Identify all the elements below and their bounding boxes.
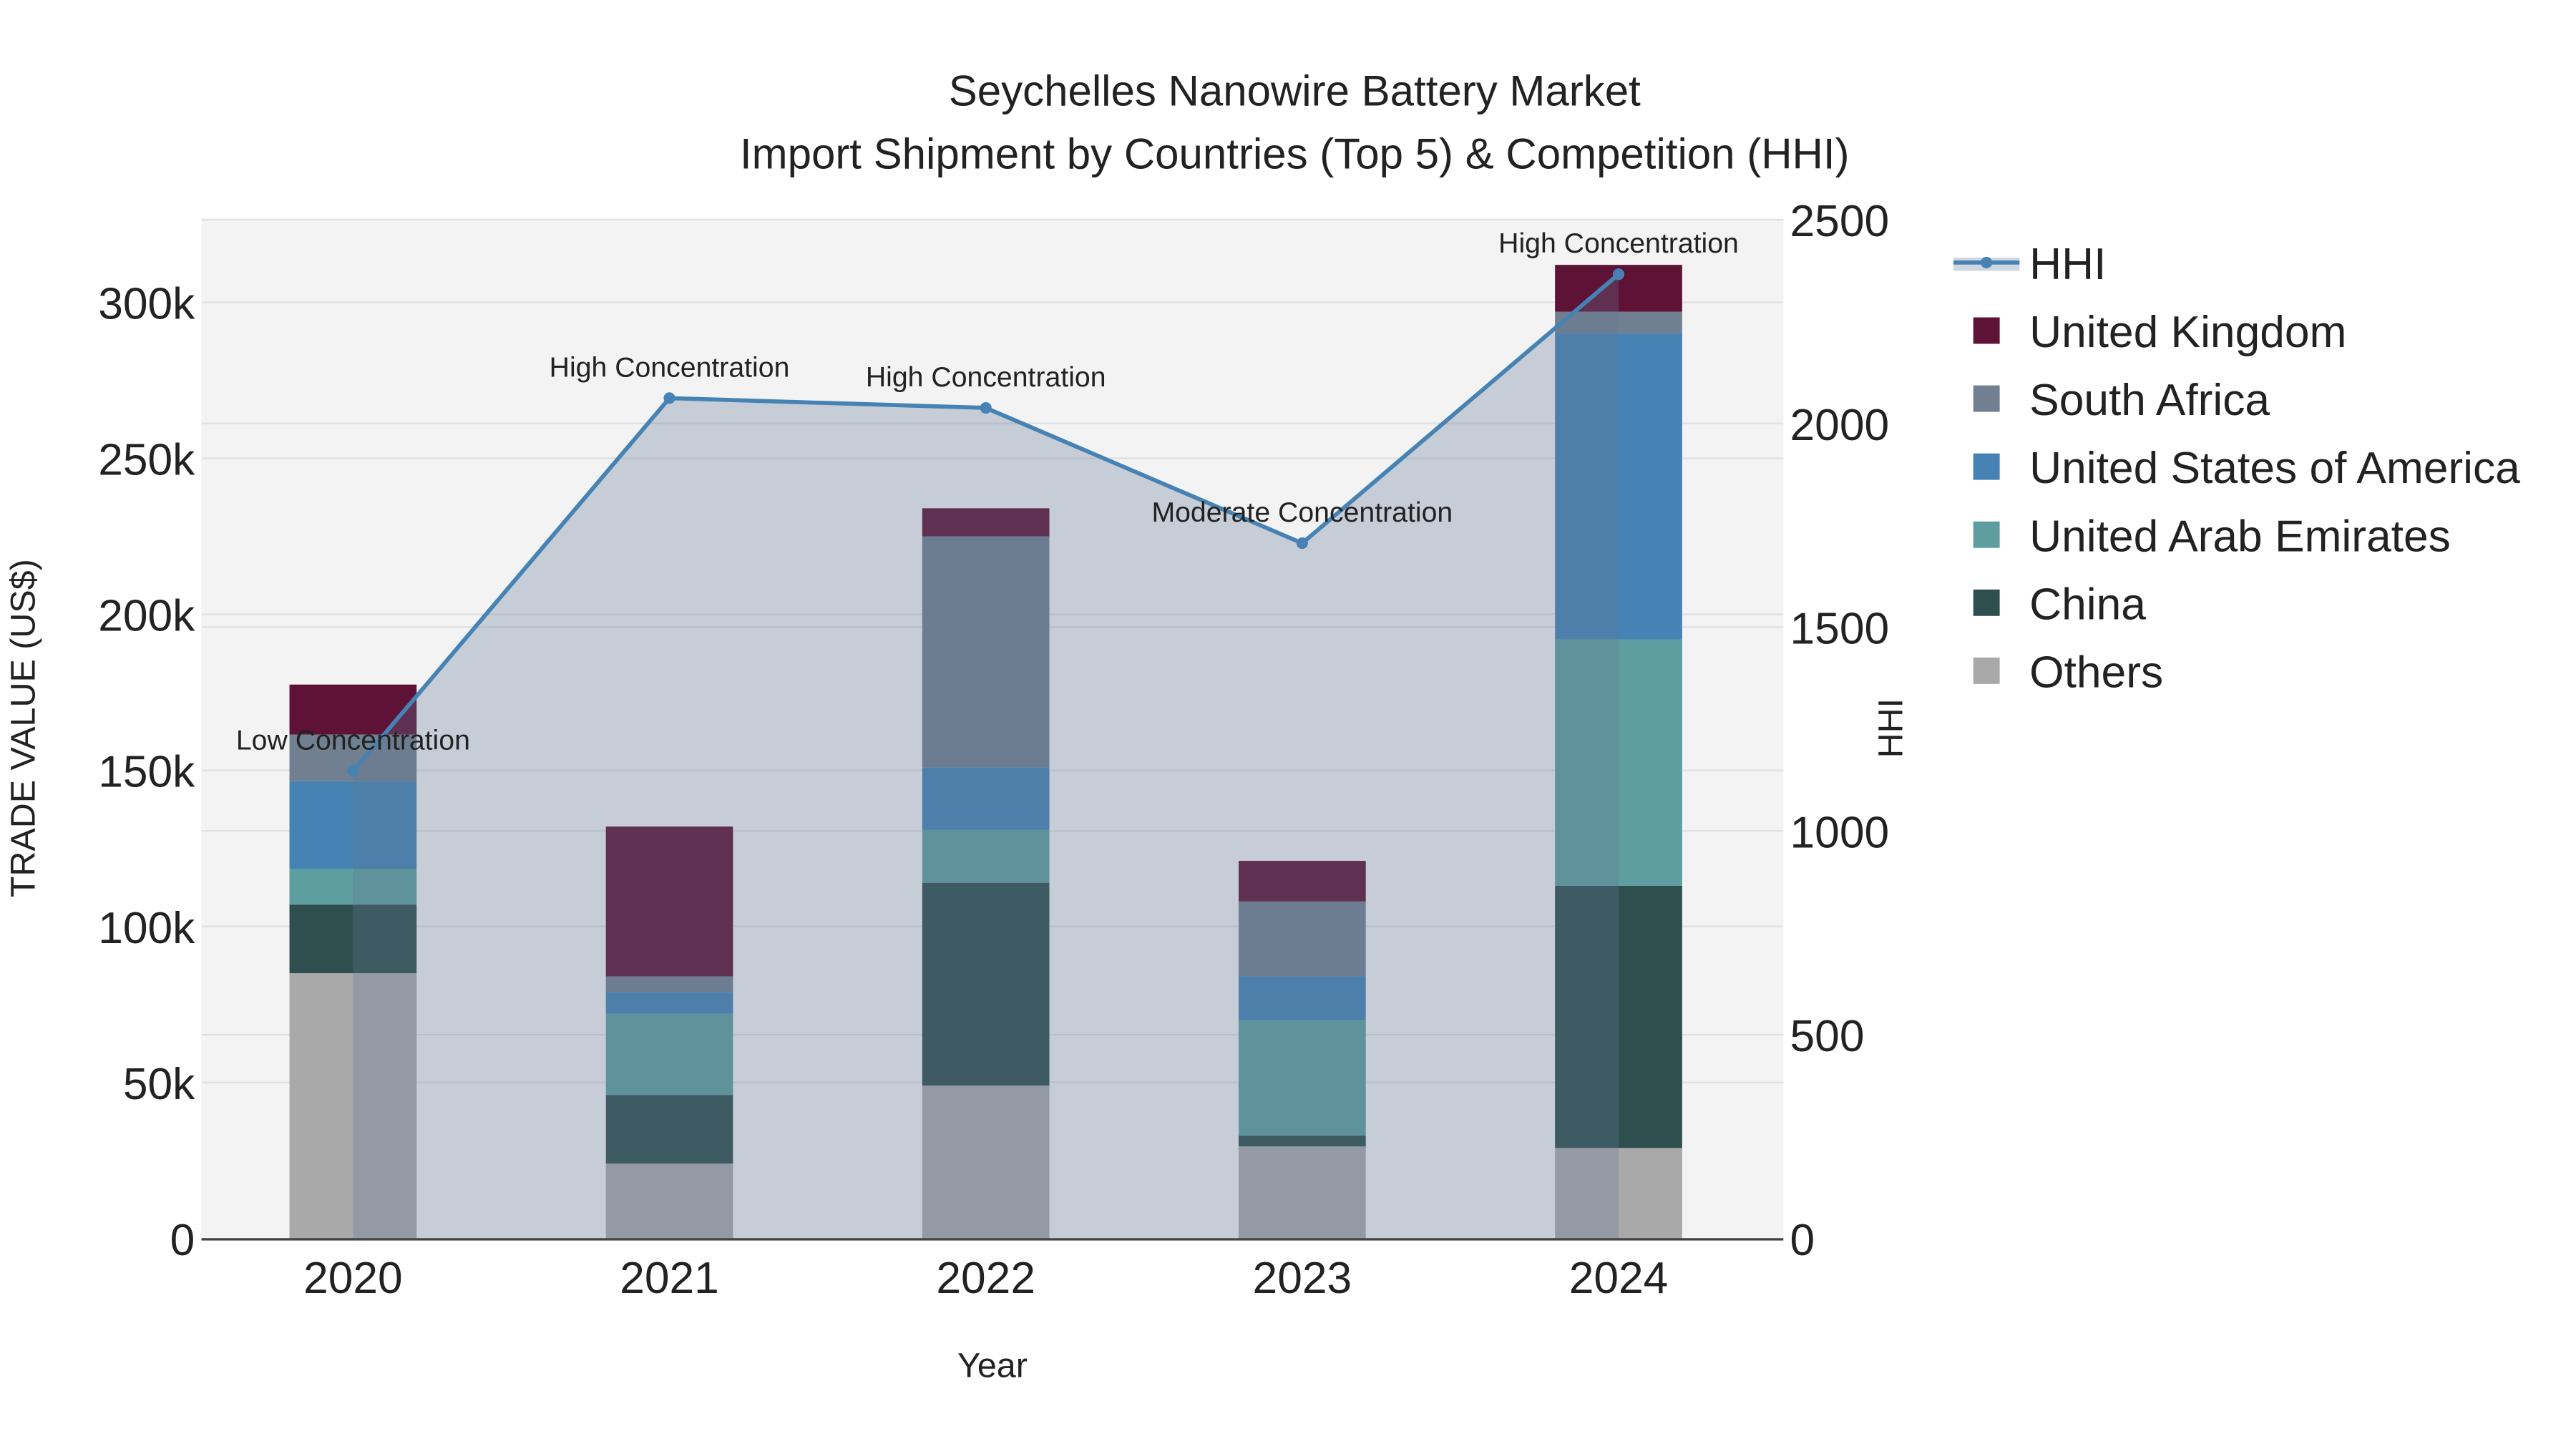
y2-tick-label: 2000 [1790, 401, 1890, 450]
chart: Seychelles Nanowire Battery Market Impor… [4, 67, 2520, 1385]
y-tick-label: 200k [98, 592, 195, 641]
x-tick-label: 2024 [1569, 1254, 1669, 1303]
y-tick-label: 300k [98, 280, 195, 329]
legend-label-south-africa: South Africa [2029, 376, 2270, 425]
legend-swatch-hhi-marker [1981, 256, 1993, 268]
y-axis-title: TRADE VALUE (US$) [4, 559, 42, 897]
y-axis-ticks: 0 50k 100k 150k 200k 250k 300k [98, 280, 195, 1265]
hhi-annotation: Moderate Concentration [1151, 497, 1453, 528]
y2-axis-title: HHI [1871, 698, 1910, 758]
hhi-annotation: High Concentration [866, 361, 1106, 393]
x-tick-label: 2021 [620, 1254, 719, 1303]
y-tick-label: 0 [170, 1216, 195, 1265]
chart-subtitle: Import Shipment by Countries (Top 5) & C… [740, 130, 1850, 177]
y-tick-label: 50k [123, 1060, 195, 1109]
legend-swatch-united-arab-emirates [1973, 521, 2000, 548]
legend-swatch-united-kingdom [1973, 317, 2000, 344]
x-tick-label: 2022 [936, 1254, 1035, 1303]
legend-swatch-others [1973, 657, 2000, 684]
hhi-annotation: High Concentration [550, 351, 790, 383]
y-tick-label: 250k [98, 436, 195, 485]
hhi-point-2024 [1612, 268, 1625, 280]
y-tick-label: 100k [98, 904, 195, 953]
y2-tick-label: 1000 [1790, 808, 1890, 857]
legend-label-united-arab-emirates: United Arab Emirates [2029, 512, 2451, 561]
legend-label-china: China [2029, 580, 2146, 629]
x-tick-label: 2023 [1253, 1254, 1352, 1303]
y2-tick-label: 500 [1790, 1012, 1865, 1061]
hhi-point-2022 [980, 401, 992, 414]
y2-tick-label: 1500 [1790, 605, 1890, 654]
legend-swatch-united-states-of-america [1973, 453, 2000, 480]
legend-label-others: Others [2029, 648, 2163, 697]
hhi-annotation: Low Concentration [236, 725, 470, 756]
legend: HHI United Kingdom South Africa United Stat… [1953, 240, 2520, 697]
y2-tick-label: 0 [1790, 1216, 1815, 1265]
legend-label-united-states-of-america: United States of America [2029, 444, 2520, 493]
legend-swatch-china [1973, 589, 2000, 616]
legend-label-hhi: HHI [2029, 240, 2106, 289]
hhi-annotation: High Concentration [1498, 228, 1739, 259]
x-tick-label: 2020 [303, 1254, 403, 1303]
x-axis-ticks: 2020 2021 2022 2023 2024 [303, 1254, 1668, 1303]
hhi-point-2023 [1296, 537, 1308, 550]
legend-label-united-kingdom: United Kingdom [2029, 308, 2346, 357]
y-tick-label: 150k [98, 748, 195, 797]
hhi-point-2020 [347, 765, 359, 777]
chart-title: Seychelles Nanowire Battery Market [949, 67, 1641, 115]
hhi-point-2021 [663, 392, 675, 404]
x-axis-title: Year [957, 1347, 1028, 1385]
legend-swatch-south-africa [1973, 385, 2000, 412]
y2-tick-label: 2500 [1790, 197, 1890, 246]
